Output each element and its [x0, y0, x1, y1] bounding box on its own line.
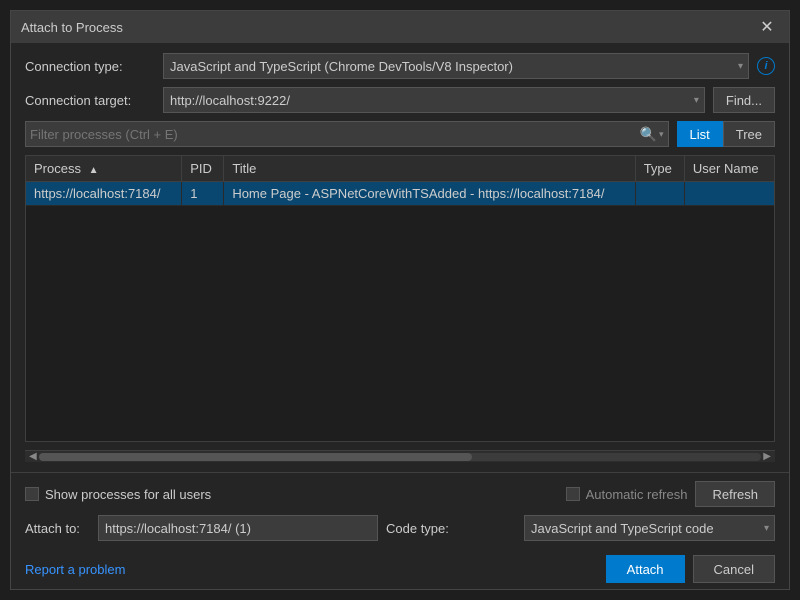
col-process-label: Process: [34, 161, 81, 176]
col-type-label: Type: [644, 161, 672, 176]
view-buttons: List Tree: [677, 121, 775, 147]
col-title[interactable]: Title: [224, 156, 635, 182]
connection-type-select[interactable]: JavaScript and TypeScript (Chrome DevToo…: [163, 53, 749, 79]
attach-to-label: Attach to:: [25, 521, 90, 536]
col-process[interactable]: Process ▲: [26, 156, 182, 182]
title-bar: Attach to Process ✕: [11, 11, 789, 43]
list-view-button[interactable]: List: [677, 121, 723, 147]
show-all-users-checkbox[interactable]: [25, 487, 39, 501]
col-username[interactable]: User Name: [684, 156, 774, 182]
cell-username: [684, 182, 774, 206]
col-pid[interactable]: PID: [182, 156, 224, 182]
connection-target-label: Connection target:: [25, 93, 155, 108]
connection-type-label: Connection type:: [25, 59, 155, 74]
auto-refresh-label[interactable]: Automatic refresh: [566, 487, 688, 502]
horizontal-scrollbar: ◀ ▶: [25, 450, 775, 462]
table-header-row: Process ▲ PID Title Type U: [26, 156, 774, 182]
filter-input[interactable]: [30, 127, 640, 142]
scroll-left-arrow[interactable]: ◀: [27, 451, 39, 462]
attach-button[interactable]: Attach: [606, 555, 685, 583]
action-buttons: Attach Cancel: [606, 555, 775, 583]
connection-target-row: Connection target: http://localhost:9222…: [25, 87, 775, 113]
table-body: https://localhost:7184/ 1 Home Page - AS…: [26, 182, 774, 206]
cell-process: https://localhost:7184/: [26, 182, 182, 206]
connection-type-row: Connection type: JavaScript and TypeScri…: [25, 53, 775, 79]
attach-to-row: Attach to: Code type: JavaScript and Typ…: [25, 515, 775, 541]
connection-target-select[interactable]: http://localhost:9222/: [163, 87, 705, 113]
attach-to-input[interactable]: [98, 515, 378, 541]
find-button[interactable]: Find...: [713, 87, 775, 113]
attach-to-process-dialog: Attach to Process ✕ Connection type: Jav…: [10, 10, 790, 590]
dialog-content: Connection type: JavaScript and TypeScri…: [11, 43, 789, 472]
link-bar: Report a problem Attach Cancel: [11, 549, 789, 589]
bottom-bar: Show processes for all users Automatic r…: [11, 472, 789, 549]
tree-view-button[interactable]: Tree: [723, 121, 775, 147]
sort-icon: ▲: [89, 165, 99, 176]
connection-target-select-wrapper: http://localhost:9222/ ▾: [163, 87, 705, 113]
close-icon: ✕: [760, 17, 773, 37]
code-type-select-wrapper: JavaScript and TypeScript code ▾: [524, 515, 775, 541]
refresh-button[interactable]: Refresh: [695, 481, 775, 507]
table-row[interactable]: https://localhost:7184/ 1 Home Page - AS…: [26, 182, 774, 206]
col-username-label: User Name: [693, 161, 759, 176]
dialog-title: Attach to Process: [21, 20, 123, 35]
cancel-button[interactable]: Cancel: [693, 555, 775, 583]
close-button[interactable]: ✕: [755, 15, 779, 39]
show-processes-row: Show processes for all users Automatic r…: [25, 481, 775, 507]
search-icon: 🔍: [640, 126, 657, 143]
col-title-label: Title: [232, 161, 256, 176]
info-icon[interactable]: i: [757, 57, 775, 75]
process-table: Process ▲ PID Title Type U: [26, 156, 774, 206]
filter-dropdown-arrow[interactable]: ▾: [659, 129, 664, 140]
connection-type-select-wrapper: JavaScript and TypeScript (Chrome DevToo…: [163, 53, 749, 79]
auto-refresh-text: Automatic refresh: [586, 487, 688, 502]
cell-pid: 1: [182, 182, 224, 206]
process-table-container: Process ▲ PID Title Type U: [25, 155, 775, 442]
col-pid-label: PID: [190, 161, 212, 176]
code-type-select[interactable]: JavaScript and TypeScript code: [524, 515, 775, 541]
show-all-users-label[interactable]: Show processes for all users: [25, 487, 211, 502]
scroll-right-arrow[interactable]: ▶: [761, 451, 773, 462]
filter-row: 🔍 ▾ List Tree: [25, 121, 775, 147]
show-all-users-text: Show processes for all users: [45, 487, 211, 502]
cell-type: [635, 182, 684, 206]
table-header: Process ▲ PID Title Type U: [26, 156, 774, 182]
auto-refresh-checkbox[interactable]: [566, 487, 580, 501]
h-scrollbar-thumb[interactable]: [39, 453, 473, 461]
search-icon-wrap: 🔍 ▾: [640, 126, 664, 143]
filter-input-wrapper: 🔍 ▾: [25, 121, 669, 147]
col-type[interactable]: Type: [635, 156, 684, 182]
code-type-label: Code type:: [386, 521, 516, 536]
h-scrollbar-track[interactable]: [39, 453, 762, 461]
cell-title: Home Page - ASPNetCoreWithTSAdded - http…: [224, 182, 635, 206]
report-problem-link[interactable]: Report a problem: [25, 562, 125, 577]
